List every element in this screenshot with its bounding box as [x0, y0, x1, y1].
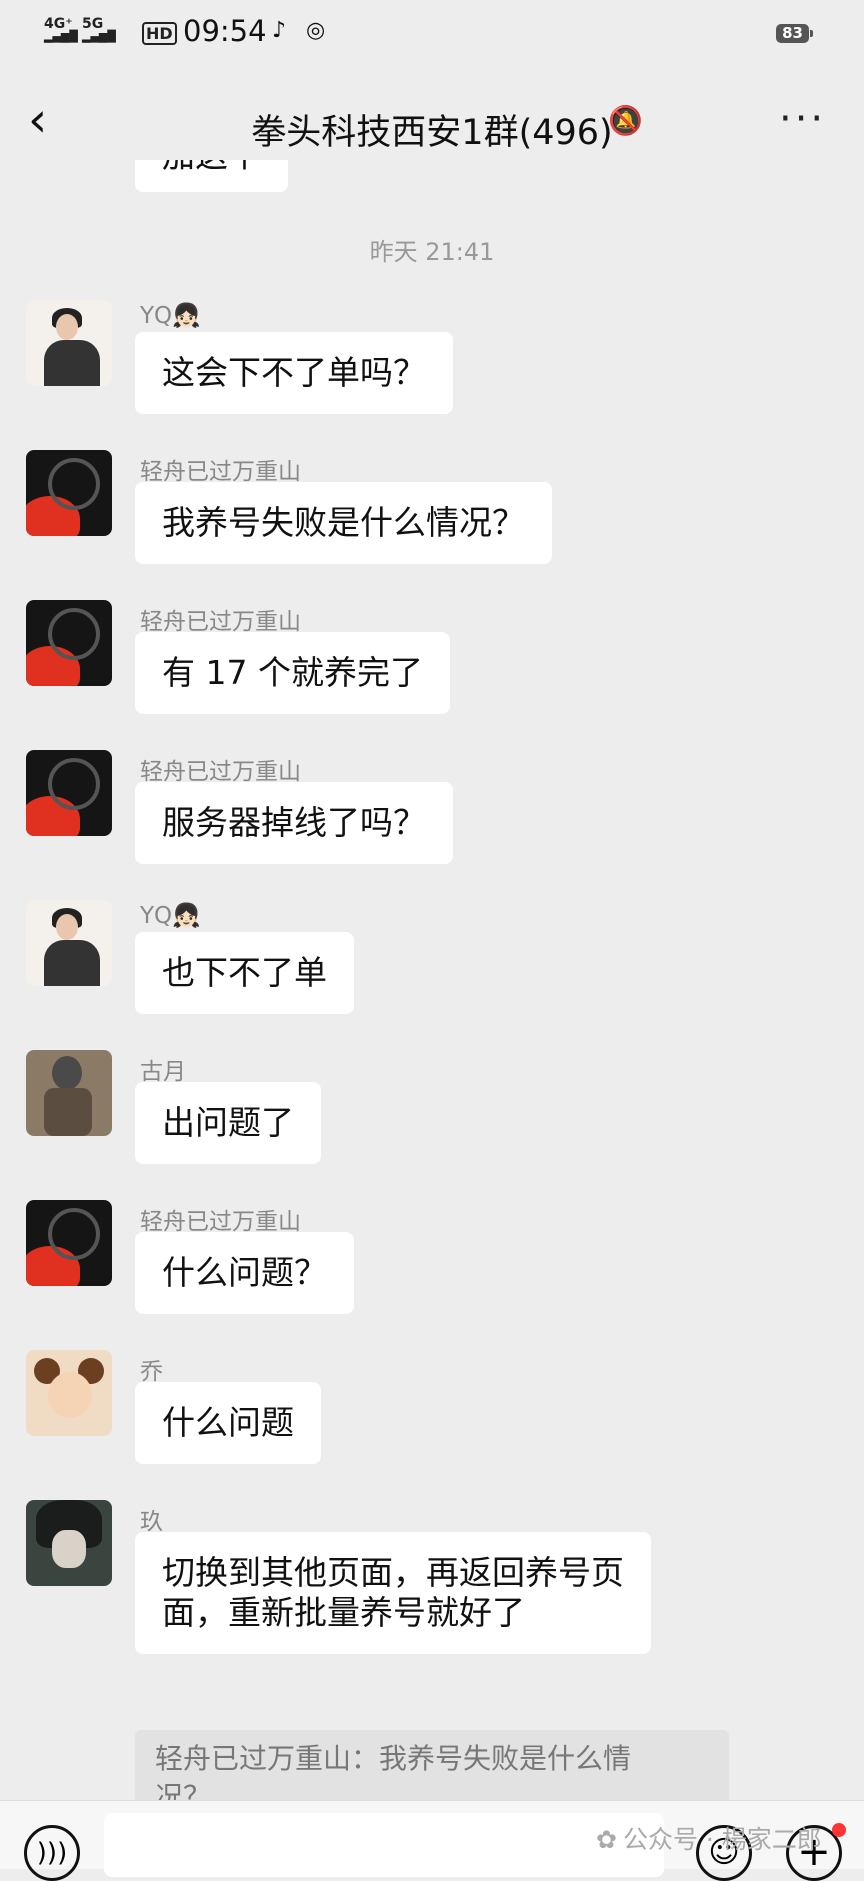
quoted-message[interactable]: 轻舟已过万重山：我养号失败是什么情 况？ — [135, 1730, 729, 1800]
sender-name: 乔 — [140, 1359, 163, 1385]
sender-name: YQ👧🏻 — [140, 303, 201, 329]
message-bubble[interactable]: 这会下不了单吗？ — [135, 332, 453, 414]
avatar[interactable] — [26, 450, 112, 536]
notification-dot — [832, 1823, 846, 1837]
app-notification-icon: ◎ — [306, 18, 326, 43]
quote-line: 轻舟已过万重山：我养号失败是什么情 — [155, 1742, 632, 1775]
avatar[interactable] — [26, 900, 112, 986]
sender-name: 轻舟已过万重山 — [140, 459, 301, 485]
status-bar: 4G⁺ ▂▄▆█ 5G ▂▄▆█ HD 09:54 ♪ ◎ 83 — [0, 0, 864, 70]
message-bubble[interactable]: 什么问题？ — [135, 1232, 354, 1314]
message-bubble[interactable]: 我养号失败是什么情况？ — [135, 482, 552, 564]
avatar[interactable] — [26, 1050, 112, 1136]
battery-indicator: 83 — [776, 24, 813, 43]
message-line: 面，重新批量养号就好了 — [162, 1593, 525, 1632]
tiktok-icon: ♪ — [272, 18, 287, 43]
message-bubble[interactable]: 服务器掉线了吗？ — [135, 782, 453, 864]
clock: 09:54 — [183, 14, 267, 48]
sender-name: 轻舟已过万重山 — [140, 759, 301, 785]
more-dots-icon[interactable]: ··· — [779, 96, 826, 142]
avatar[interactable] — [26, 1200, 112, 1286]
message-input[interactable] — [104, 1813, 664, 1877]
message-bubble[interactable]: 有 17 个就养完了 — [135, 632, 450, 714]
avatar[interactable] — [26, 300, 112, 386]
avatar[interactable] — [26, 1350, 112, 1436]
chat-header: ‹ 拳头科技西安1群(496) 🔕 ··· — [0, 70, 864, 170]
message-list[interactable]: 加这个 昨天 21:41 YQ👧🏻 这会下不了单吗？ 轻舟已过万重山 我养号失败… — [0, 160, 864, 1800]
watermark-text: 公众号 · 楊家二郎 — [622, 1825, 822, 1854]
chat-title: 拳头科技西安1群(496) — [251, 113, 613, 153]
message-bubble[interactable]: 切换到其他页面，再返回养号页 面，重新批量养号就好了 — [135, 1532, 651, 1654]
bell-off-icon: 🔕 — [608, 104, 643, 137]
avatar[interactable] — [26, 750, 112, 836]
watermark: ✿ 公众号 · 楊家二郎 — [596, 1820, 822, 1856]
quote-line: 况？ — [155, 1780, 212, 1800]
signal-bars-icon: ▂▄▆█ — [82, 30, 116, 43]
sender-name: YQ👧🏻 — [140, 903, 201, 929]
avatar[interactable] — [26, 1500, 112, 1586]
avatar[interactable] — [26, 600, 112, 686]
sender-name: 轻舟已过万重山 — [140, 1209, 301, 1235]
signal-bars-icon: ▂▄▆█ — [44, 30, 78, 43]
message-bubble[interactable]: 也下不了单 — [135, 932, 354, 1014]
message-bubble[interactable]: 出问题了 — [135, 1082, 321, 1164]
sender-name: 轻舟已过万重山 — [140, 609, 301, 635]
sender-name: 古月 — [140, 1059, 186, 1085]
message-bubble[interactable]: 加这个 — [135, 160, 288, 192]
hd-badge: HD — [142, 22, 177, 45]
message-bubble[interactable]: 什么问题 — [135, 1382, 321, 1464]
wechat-icon: ✿ — [596, 1825, 617, 1854]
sender-name: 玖 — [140, 1509, 163, 1535]
voice-icon[interactable]: ))) — [24, 1825, 80, 1881]
time-separator: 昨天 21:41 — [369, 238, 495, 266]
message-line: 切换到其他页面，再返回养号页 — [162, 1553, 624, 1592]
